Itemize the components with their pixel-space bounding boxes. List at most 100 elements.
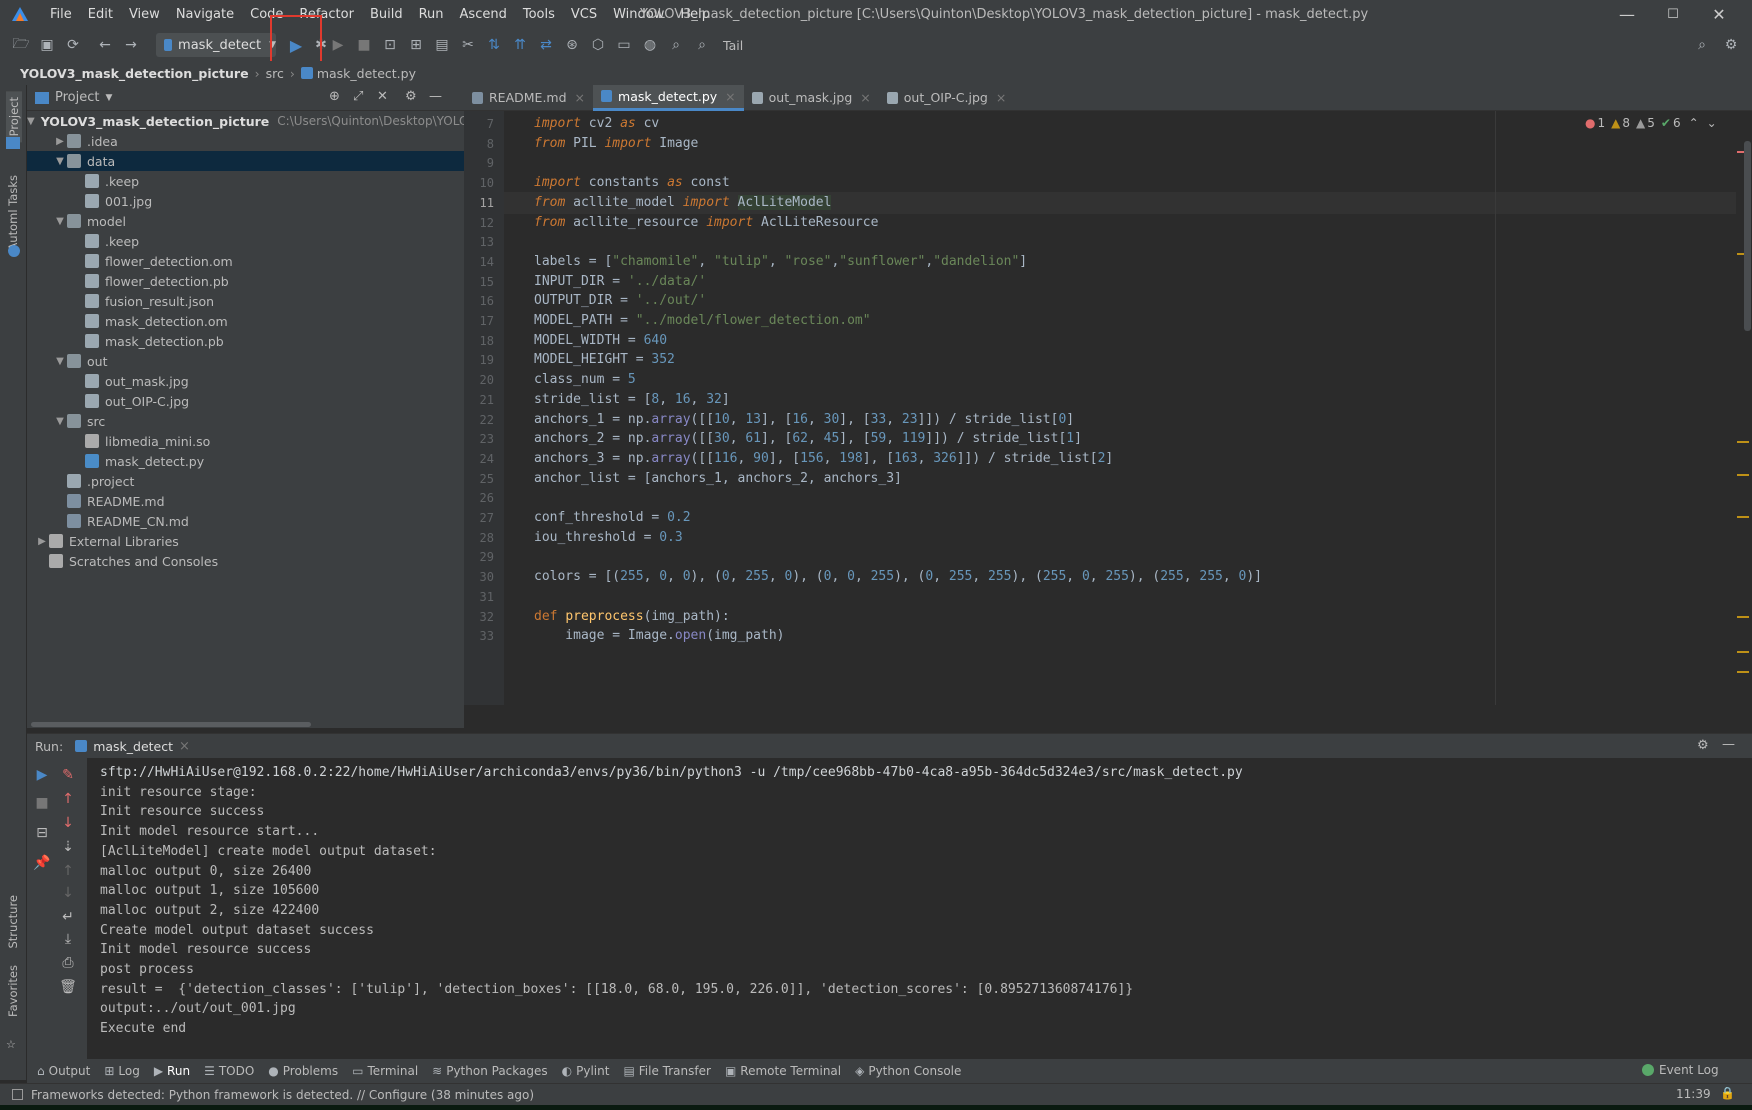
menu-edit[interactable]: Edit: [80, 0, 121, 29]
stop-icon[interactable]: ■: [29, 790, 55, 816]
tree-item[interactable]: flower_detection.om: [27, 251, 464, 271]
tree-item[interactable]: mask_detect.py: [27, 451, 464, 471]
status-message[interactable]: Frameworks detected: Python framework is…: [31, 1088, 534, 1102]
chevron-down-icon[interactable]: ▼: [53, 216, 67, 227]
search-model-icon[interactable]: ⌕: [663, 32, 689, 58]
chevron-down-icon[interactable]: ▼: [53, 356, 67, 367]
tool-window-terminal[interactable]: ▭ Terminal: [352, 1064, 418, 1078]
back-icon[interactable]: ←: [92, 32, 118, 58]
sync-icon[interactable]: ⟳: [60, 32, 86, 58]
code-line[interactable]: iou_threshold = 0.3: [534, 527, 683, 549]
prev-highlight-icon[interactable]: ⌃: [1689, 116, 1699, 130]
save-all-icon[interactable]: ▣: [34, 32, 60, 58]
code-line[interactable]: import cv2 as cv: [534, 113, 659, 135]
code-line[interactable]: from acllite_model import AclLiteModel: [534, 192, 832, 214]
code-line[interactable]: from acllite_resource import AclLiteReso…: [534, 212, 878, 234]
chevron-down-icon[interactable]: ▼: [27, 116, 35, 127]
tree-item[interactable]: mask_detection.pb: [27, 331, 464, 351]
maximize-button[interactable]: ☐: [1650, 0, 1696, 29]
tree-item[interactable]: README_CN.md: [27, 511, 464, 531]
code-line[interactable]: colors = [(255, 0, 0), (0, 255, 0), (0, …: [534, 566, 1262, 588]
locate-icon[interactable]: ⊕: [329, 89, 340, 104]
tree-item[interactable]: fusion_result.json: [27, 291, 464, 311]
next-highlight-icon[interactable]: ⌄: [1707, 116, 1717, 130]
code-line[interactable]: INPUT_DIR = '../data/': [534, 271, 706, 293]
editor-tab[interactable]: mask_detect.py ×: [593, 84, 744, 111]
editor-scrollbar[interactable]: [1736, 111, 1752, 705]
tool-window-log[interactable]: ⊞ Log: [104, 1064, 140, 1078]
tree-item[interactable]: ▶ External Libraries: [27, 531, 464, 551]
breadcrumb-file[interactable]: mask_detect.py: [317, 66, 416, 81]
settings-gear-icon[interactable]: ⚙: [1718, 32, 1744, 58]
structure-tool-tab[interactable]: Structure: [6, 895, 20, 949]
tree-item[interactable]: .keep: [27, 171, 464, 191]
code-line[interactable]: labels = ["chamomile", "tulip", "rose","…: [534, 251, 1027, 273]
trash-icon[interactable]: 🗑: [55, 974, 81, 1000]
code-line[interactable]: MODEL_HEIGHT = 352: [534, 349, 675, 371]
scroll-to-end-icon[interactable]: ⤓: [55, 926, 81, 952]
inspection-widget[interactable]: ● 1 ▲ 8 ▲ 5 ✔ 6 ⌃ ⌄: [1585, 116, 1717, 130]
tool-window-todo[interactable]: ☰ TODO: [204, 1064, 254, 1078]
close-tab-icon[interactable]: ×: [996, 90, 1006, 105]
ascend-tool-4-icon[interactable]: ✂: [455, 32, 481, 58]
tree-item[interactable]: ▼ out: [27, 351, 464, 371]
code-line[interactable]: conf_threshold = 0.2: [534, 507, 691, 529]
code-line[interactable]: MODEL_WIDTH = 640: [534, 330, 667, 352]
menu-view[interactable]: View: [121, 0, 168, 29]
tree-item[interactable]: ▶ .idea: [27, 131, 464, 151]
monitor-icon[interactable]: ▭: [611, 32, 637, 58]
code-line[interactable]: class_num = 5: [534, 369, 636, 391]
rerun-icon[interactable]: ▶: [29, 762, 55, 788]
editor-tab[interactable]: out_OIP-C.jpg ×: [879, 85, 1015, 111]
chevron-down-icon[interactable]: ▼: [53, 156, 67, 167]
stop-icon[interactable]: ■: [351, 32, 377, 58]
print-icon[interactable]: ⎙: [55, 950, 81, 976]
network-icon[interactable]: ⊛: [559, 32, 585, 58]
run-settings-icon[interactable]: ⚙: [1697, 738, 1709, 753]
zoom-icon[interactable]: ⌕: [689, 32, 715, 58]
tree-item[interactable]: flower_detection.pb: [27, 271, 464, 291]
tool-window-file-transfer[interactable]: ▤ File Transfer: [623, 1064, 711, 1078]
run-configuration-select[interactable]: mask_detect ▼: [156, 33, 276, 57]
menu-vcs[interactable]: VCS: [563, 0, 605, 29]
close-tab-icon[interactable]: ×: [860, 90, 870, 105]
menu-ascend[interactable]: Ascend: [452, 0, 515, 29]
ascend-tool-2-icon[interactable]: ⊞: [403, 32, 429, 58]
down-stack-icon[interactable]: ↓: [55, 810, 81, 836]
code-line[interactable]: MODEL_PATH = "../model/flower_detection.…: [534, 310, 871, 332]
code-line[interactable]: import constants as const: [534, 172, 730, 194]
code-line[interactable]: anchors_2 = np.array([[30, 61], [62, 45]…: [534, 428, 1082, 450]
tree-horizontal-scrollbar[interactable]: [31, 722, 311, 727]
tool-window-problems[interactable]: ● Problems: [268, 1064, 338, 1078]
upload-icon[interactable]: ⇈: [507, 32, 533, 58]
menu-file[interactable]: File: [42, 0, 80, 29]
code-line[interactable]: from PIL import Image: [534, 133, 698, 155]
panel-settings-icon[interactable]: ⚙: [405, 89, 417, 104]
menu-build[interactable]: Build: [362, 0, 411, 29]
down-icon[interactable]: ↓: [55, 880, 81, 906]
sort-icon[interactable]: ⇣: [55, 834, 81, 860]
tree-item[interactable]: libmedia_mini.so: [27, 431, 464, 451]
layout-icon[interactable]: ⊟: [29, 820, 55, 846]
chevron-right-icon[interactable]: ▶: [53, 136, 67, 147]
code-line[interactable]: anchors_3 = np.array([[116, 90], [156, 1…: [534, 448, 1113, 470]
favorites-tool-tab[interactable]: Favorites: [6, 965, 20, 1017]
event-log-button[interactable]: Event Log: [1642, 1063, 1719, 1077]
up-stack-icon[interactable]: ↑: [55, 786, 81, 812]
lock-icon[interactable]: 🔒: [1720, 1086, 1735, 1100]
tree-item[interactable]: out_OIP-C.jpg: [27, 391, 464, 411]
tool-window-run[interactable]: ▶ Run: [154, 1064, 190, 1078]
tool-window-python-packages[interactable]: ≋ Python Packages: [432, 1064, 547, 1078]
code-line[interactable]: stride_list = [8, 16, 32]: [534, 389, 730, 411]
status-toggle-icon[interactable]: [12, 1089, 23, 1100]
tree-item[interactable]: ▼ model: [27, 211, 464, 231]
code-line[interactable]: def preprocess(img_path):: [534, 606, 730, 628]
tool-window-output[interactable]: ⌂ Output: [37, 1064, 90, 1078]
menu-run[interactable]: Run: [411, 0, 452, 29]
tree-item[interactable]: ▼ data: [27, 151, 464, 171]
open-folder-icon[interactable]: 🗁: [8, 32, 34, 58]
close-tab-icon[interactable]: ×: [575, 90, 585, 105]
edit-config-icon[interactable]: ✎: [55, 762, 81, 788]
tool-window-pylint[interactable]: ◐ Pylint: [562, 1064, 610, 1078]
ascend-tool-3-icon[interactable]: ▤: [429, 32, 455, 58]
